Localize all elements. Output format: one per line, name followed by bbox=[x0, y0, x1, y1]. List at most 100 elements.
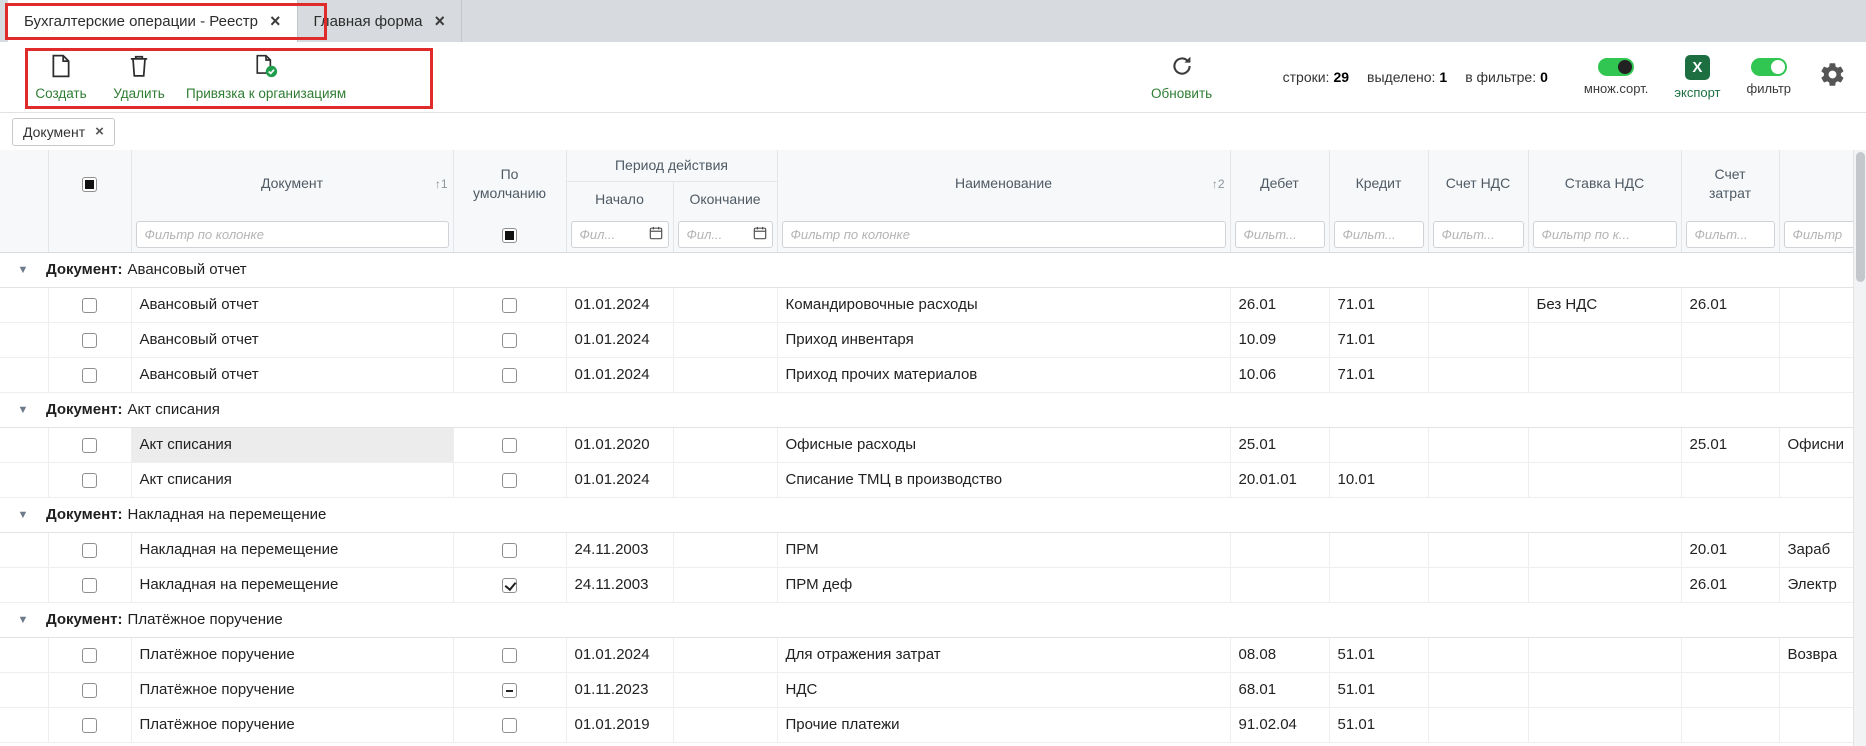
select-all-checkbox[interactable] bbox=[82, 177, 97, 192]
data-row[interactable]: Авансовый отчет01.01.2024Приход инвентар… bbox=[0, 322, 1853, 357]
group-row[interactable]: ▼Документ:Авансовый отчет bbox=[0, 252, 1853, 287]
scrollbar-thumb[interactable] bbox=[1856, 152, 1865, 282]
tab-main-form[interactable]: Главная форма × bbox=[298, 0, 462, 42]
bind-to-organizations-button[interactable]: Привязка к организациям bbox=[186, 54, 346, 101]
cell-select bbox=[48, 672, 131, 707]
cell-credit bbox=[1329, 567, 1428, 602]
col-vat-account[interactable]: Счет НДС bbox=[1428, 150, 1528, 217]
col-document[interactable]: Документ↑1 bbox=[131, 150, 453, 217]
collapse-group-icon[interactable]: ▼ bbox=[0, 614, 46, 626]
row-select-checkbox[interactable] bbox=[82, 683, 97, 698]
data-row[interactable]: Авансовый отчет01.01.2024Приход прочих м… bbox=[0, 357, 1853, 392]
cell-end bbox=[673, 357, 777, 392]
filter-toggle[interactable]: фильтр bbox=[1747, 58, 1791, 96]
cell-vat_rate bbox=[1528, 462, 1681, 497]
filter-vat-account-input[interactable] bbox=[1433, 221, 1524, 248]
group-chip-document[interactable]: Документ × bbox=[12, 118, 115, 146]
col-debit[interactable]: Дебет bbox=[1230, 150, 1329, 217]
group-row[interactable]: ▼Документ:Акт списания bbox=[0, 392, 1853, 427]
cell-doc: Акт списания bbox=[131, 462, 453, 497]
default-checkbox[interactable] bbox=[502, 473, 517, 488]
data-row[interactable]: Накладная на перемещение24.11.2003ПРМ20.… bbox=[0, 532, 1853, 567]
col-extra[interactable] bbox=[1779, 150, 1853, 217]
vertical-scrollbar[interactable] bbox=[1853, 150, 1866, 746]
group-prefix: Документ: bbox=[46, 506, 123, 523]
col-vat-rate[interactable]: Ставка НДС bbox=[1528, 150, 1681, 217]
row-select-checkbox[interactable] bbox=[82, 648, 97, 663]
calendar-icon[interactable] bbox=[649, 226, 663, 243]
cell-start: 01.01.2024 bbox=[566, 462, 673, 497]
col-cost-account[interactable]: Счет затрат bbox=[1681, 150, 1779, 217]
collapse-group-icon[interactable]: ▼ bbox=[0, 404, 46, 416]
cell-default bbox=[453, 567, 566, 602]
default-checkbox[interactable] bbox=[502, 298, 517, 313]
data-row[interactable]: Платёжное поручение01.01.2019Прочие плат… bbox=[0, 707, 1853, 742]
close-tab-icon[interactable]: × bbox=[270, 12, 281, 30]
cell-start: 24.11.2003 bbox=[566, 567, 673, 602]
delete-button[interactable]: Удалить bbox=[108, 54, 170, 101]
row-select-checkbox[interactable] bbox=[82, 718, 97, 733]
data-row[interactable]: Акт списания 01.01.2024 Списание ТМЦ в про… bbox=[0, 462, 1853, 497]
col-period-end[interactable]: Окончание bbox=[673, 181, 777, 217]
default-checkbox[interactable] bbox=[502, 543, 517, 558]
cell-name: Списание ТМЦ в производство bbox=[777, 462, 1230, 497]
export-button[interactable]: X экспорт bbox=[1674, 55, 1720, 100]
col-name[interactable]: Наименование↑2 bbox=[777, 150, 1230, 217]
row-select-checkbox[interactable] bbox=[82, 368, 97, 383]
close-tab-icon[interactable]: × bbox=[434, 12, 445, 30]
multisort-toggle[interactable]: множ.сорт. bbox=[1584, 58, 1648, 96]
data-row[interactable]: Платёжное поручение01.01.2024Для отражен… bbox=[0, 637, 1853, 672]
filter-debit-input[interactable] bbox=[1235, 221, 1325, 248]
row-select-checkbox[interactable] bbox=[82, 298, 97, 313]
settings-button[interactable] bbox=[1819, 61, 1846, 93]
collapse-group-icon[interactable]: ▼ bbox=[0, 264, 46, 276]
calendar-icon[interactable] bbox=[753, 226, 767, 243]
default-checkbox[interactable] bbox=[502, 718, 517, 733]
filter-period-end[interactable]: Фил... bbox=[678, 221, 773, 248]
default-checkbox[interactable] bbox=[502, 333, 517, 348]
row-select-checkbox[interactable] bbox=[82, 543, 97, 558]
create-button-label: Создать bbox=[35, 86, 86, 101]
group-row[interactable]: ▼Документ:Платёжное поручение bbox=[0, 602, 1853, 637]
cell-cost_acc: 26.01 bbox=[1681, 567, 1779, 602]
toggle-track[interactable] bbox=[1598, 58, 1634, 76]
col-credit[interactable]: Кредит bbox=[1329, 150, 1428, 217]
col-default[interactable]: По умолчанию bbox=[453, 150, 566, 217]
data-row[interactable]: Авансовый отчет01.01.2024Командировочные… bbox=[0, 287, 1853, 322]
data-row[interactable]: Акт списания01.01.2020Офисные расходы25.… bbox=[0, 427, 1853, 462]
filter-vat-rate-input[interactable] bbox=[1533, 221, 1677, 248]
filter-name-input[interactable] bbox=[782, 221, 1226, 248]
filter-document-input[interactable] bbox=[136, 221, 449, 248]
data-row[interactable]: Накладная на перемещение24.11.2003ПРМ де… bbox=[0, 567, 1853, 602]
col-period-start[interactable]: Начало bbox=[566, 181, 673, 217]
create-button[interactable]: Создать bbox=[30, 54, 92, 101]
cell-expand bbox=[0, 672, 48, 707]
row-select-checkbox[interactable] bbox=[82, 438, 97, 453]
row-select-checkbox[interactable] bbox=[82, 333, 97, 348]
filter-extra-input[interactable] bbox=[1784, 221, 1854, 248]
group-row[interactable]: ▼Документ:Накладная на перемещение bbox=[0, 497, 1853, 532]
grid-body: ▼Документ:Авансовый отчетАвансовый отчет… bbox=[0, 252, 1853, 742]
collapse-group-icon[interactable]: ▼ bbox=[0, 509, 46, 521]
default-checkbox[interactable] bbox=[502, 648, 517, 663]
cell-doc: Авансовый отчет bbox=[131, 287, 453, 322]
refresh-button[interactable]: Обновить bbox=[1151, 54, 1213, 101]
cell-select bbox=[48, 287, 131, 322]
filter-cost-account-input[interactable] bbox=[1686, 221, 1775, 248]
row-select-checkbox[interactable] bbox=[82, 473, 97, 488]
default-checkbox[interactable] bbox=[502, 578, 517, 593]
filter-default-checkbox[interactable] bbox=[502, 228, 517, 243]
cell-credit: 51.01 bbox=[1329, 637, 1428, 672]
filter-credit-input[interactable] bbox=[1334, 221, 1424, 248]
default-checkbox[interactable] bbox=[502, 683, 517, 698]
row-select-checkbox[interactable] bbox=[82, 578, 97, 593]
remove-group-icon[interactable]: × bbox=[95, 124, 104, 139]
filter-period-start[interactable]: Фил... bbox=[571, 221, 669, 248]
data-row[interactable]: Платёжное поручение01.11.2023НДС68.0151.… bbox=[0, 672, 1853, 707]
cell-name: ПРМ деф bbox=[777, 567, 1230, 602]
toggle-track[interactable] bbox=[1751, 58, 1787, 76]
tab-accounting-operations[interactable]: Бухгалтерские операции - Реестр × bbox=[8, 0, 298, 42]
default-checkbox[interactable] bbox=[502, 368, 517, 383]
group-title: Авансовый отчет bbox=[128, 261, 247, 278]
default-checkbox[interactable] bbox=[502, 438, 517, 453]
